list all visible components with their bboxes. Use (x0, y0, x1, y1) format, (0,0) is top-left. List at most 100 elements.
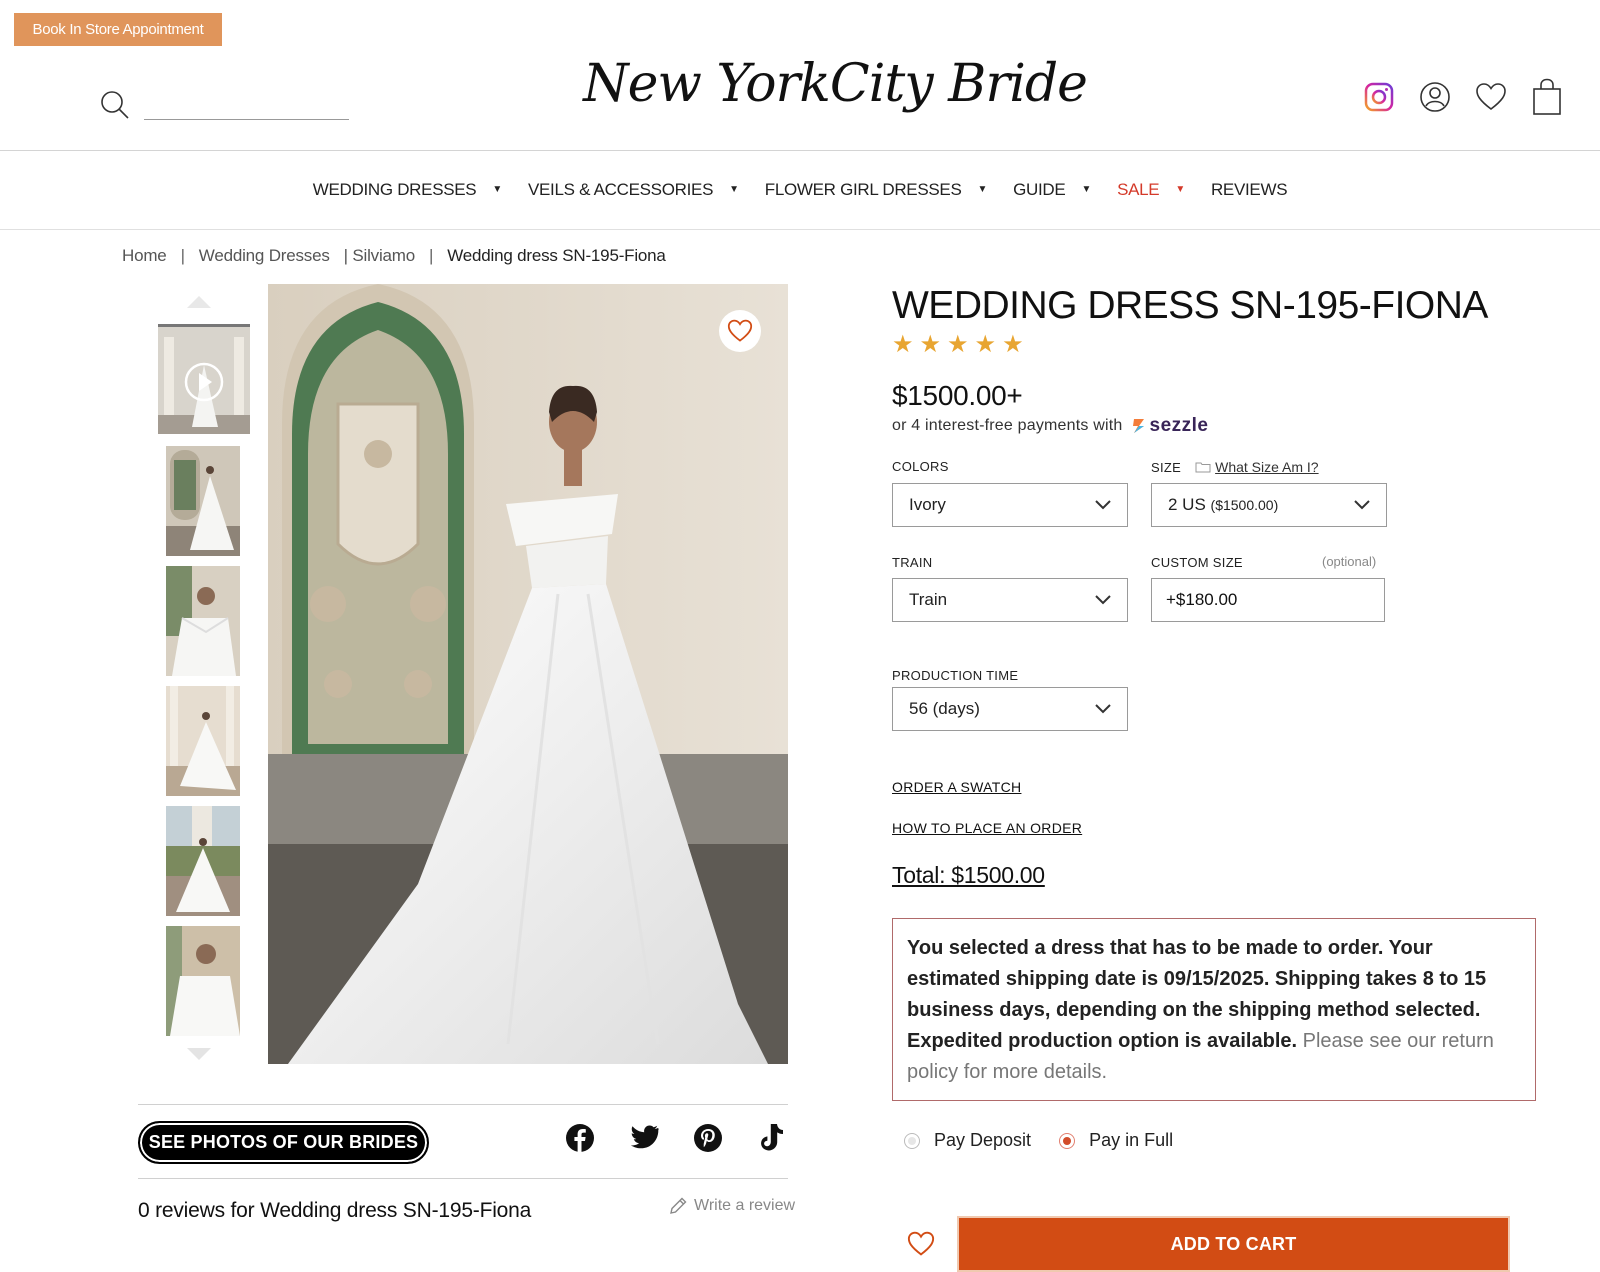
custom-size-field[interactable]: +$180.00 (1151, 578, 1385, 622)
payment-options: Pay Deposit Pay in Full (904, 1130, 1173, 1151)
add-to-cart-button[interactable]: ADD TO CART (957, 1216, 1510, 1272)
production-time-label: PRODUCTION TIME (892, 668, 1019, 683)
size-value-wrap: 2 US ($1500.00) (1168, 495, 1278, 515)
search-bar (100, 90, 349, 120)
instagram-icon[interactable] (1362, 78, 1396, 116)
pay-deposit-option[interactable]: Pay Deposit (904, 1130, 1031, 1151)
nav-label: REVIEWS (1210, 179, 1288, 199)
product-main-image[interactable] (268, 284, 788, 1064)
size-select[interactable]: 2 US ($1500.00) (1151, 483, 1387, 527)
twitter-icon[interactable] (628, 1122, 660, 1154)
production-time-select[interactable]: 56 (days) (892, 687, 1128, 731)
caret-down-icon: ▼ (1081, 184, 1092, 195)
breadcrumb-current: Wedding dress SN-195-Fiona (447, 246, 666, 265)
star-icon: ★ (974, 331, 997, 358)
sezzle-logo[interactable]: sezzle (1131, 415, 1209, 437)
search-input[interactable] (144, 94, 349, 120)
reviews-count: 0 reviews for Wedding dress SN-195-Fiona (138, 1199, 532, 1222)
size-value: 2 US (1168, 495, 1206, 514)
gallery-divider (138, 1178, 788, 1179)
train-label: TRAIN (892, 555, 933, 570)
breadcrumb-separator: | (180, 246, 185, 265)
pencil-icon (670, 1197, 687, 1214)
star-icon: ★ (1002, 331, 1024, 358)
pay-deposit-label: Pay Deposit (934, 1130, 1032, 1150)
size-guide-link[interactable]: What Size Am I? (1215, 459, 1318, 475)
star-icon: ★ (919, 331, 942, 358)
pay-in-full-label: Pay in Full (1089, 1130, 1174, 1150)
radio-unselected-icon[interactable] (904, 1132, 920, 1149)
thumbnail-image[interactable] (166, 926, 240, 1036)
star-icon: ★ (947, 331, 969, 358)
thumbnail-image[interactable] (166, 806, 240, 916)
nav-flower-girl-dresses[interactable]: FLOWER GIRL DRESSES ▼ (764, 179, 988, 200)
colors-label: COLORS (892, 459, 949, 474)
train-value: Train (909, 590, 948, 609)
star-icon: ★ (892, 331, 914, 358)
thumbnail-strip (158, 296, 250, 1060)
breadcrumb-brand[interactable]: | Silviamo (344, 246, 416, 266)
thumbnail-down-arrow-icon[interactable] (187, 1048, 211, 1060)
custom-size-optional: (optional) (1322, 554, 1377, 569)
nav-wedding-dresses[interactable]: WEDDING DRESSES ▼ (312, 179, 503, 200)
chevron-down-icon (1354, 500, 1370, 510)
sezzle-icon (1132, 419, 1144, 433)
nav-label: WEDDING DRESSES (312, 179, 477, 199)
tiktok-icon[interactable] (756, 1122, 788, 1154)
heart-icon (907, 1231, 935, 1256)
nav-label: VEILS & ACCESSORIES (527, 179, 714, 199)
rating-stars: ★ ★ ★ ★ ★ (892, 333, 1024, 357)
logo-text-left: New York (583, 54, 831, 114)
made-to-order-notice: You selected a dress that has to be made… (892, 918, 1536, 1101)
thumbnail-up-arrow-icon[interactable] (187, 296, 211, 308)
order-swatch-link[interactable]: ORDER A SWATCH (892, 779, 1021, 795)
site-logo[interactable]: New York City Bride (583, 34, 1088, 134)
header-icons (1362, 78, 1564, 116)
thumbnail-video[interactable] (158, 324, 250, 434)
installments-text: or 4 interest-free payments with (892, 417, 1123, 434)
sezzle-installments: or 4 interest-free payments with sezzle (892, 415, 1208, 437)
nav-veils-accessories[interactable]: VEILS & ACCESSORIES ▼ (528, 180, 739, 200)
nav-label: GUIDE (1013, 179, 1066, 199)
nav-label: FLOWER GIRL DRESSES (764, 179, 962, 199)
favorite-button[interactable] (719, 310, 761, 352)
how-to-order-link[interactable]: HOW TO PLACE AN ORDER (892, 820, 1082, 836)
pay-in-full-option[interactable]: Pay in Full (1059, 1130, 1173, 1151)
breadcrumb-separator: | (429, 246, 434, 265)
thumbnail-image[interactable] (166, 446, 240, 556)
radio-selected-icon[interactable] (1059, 1132, 1076, 1149)
production-time-value: 56 (days) (909, 699, 980, 718)
thumbnail-image[interactable] (166, 566, 240, 676)
product-price: $1500.00+ (892, 380, 1023, 411)
cart-icon[interactable] (1530, 78, 1564, 116)
book-appointment-button[interactable]: Book In Store Appointment (14, 13, 222, 46)
caret-down-icon: ▼ (1175, 184, 1185, 195)
wishlist-icon[interactable] (1474, 78, 1508, 116)
add-to-wishlist-button[interactable] (906, 1229, 936, 1259)
nav-reviews[interactable]: REVIEWS (1210, 179, 1288, 200)
main-nav: WEDDING DRESSES ▼ VEILS & ACCESSORIES ▼ FL… (0, 150, 1600, 230)
write-review-link[interactable]: Write a review (668, 1196, 795, 1216)
facebook-icon[interactable] (564, 1122, 596, 1154)
search-icon[interactable] (100, 90, 130, 120)
product-title: WEDDING DRESS SN-195-FIONA (892, 284, 1488, 327)
breadcrumb-category[interactable]: Wedding Dresses (199, 246, 330, 266)
size-label-row: SIZE What Size Am I? (1151, 459, 1319, 475)
breadcrumb-home[interactable]: Home (122, 246, 167, 266)
see-brides-photos-button[interactable]: SEE PHOTOS OF OUR BRIDES (138, 1121, 429, 1164)
account-icon[interactable] (1418, 78, 1452, 116)
thumbnail-image[interactable] (166, 686, 240, 796)
sezzle-label: sezzle (1149, 415, 1209, 436)
chevron-down-icon (1095, 704, 1111, 714)
nav-sale[interactable]: SALE ▼ (1117, 180, 1185, 200)
pinterest-icon[interactable] (692, 1122, 724, 1154)
chevron-down-icon (1095, 500, 1111, 510)
size-price: ($1500.00) (1210, 497, 1279, 513)
colors-select[interactable]: Ivory (892, 483, 1128, 527)
nav-guide[interactable]: GUIDE ▼ (1013, 180, 1091, 200)
chevron-down-icon (1095, 595, 1111, 605)
logo-text-right: City Bride (829, 54, 1088, 114)
train-select[interactable]: Train (892, 578, 1128, 622)
order-total: Total: $1500.00 (892, 862, 1045, 888)
caret-down-icon: ▼ (492, 184, 502, 195)
